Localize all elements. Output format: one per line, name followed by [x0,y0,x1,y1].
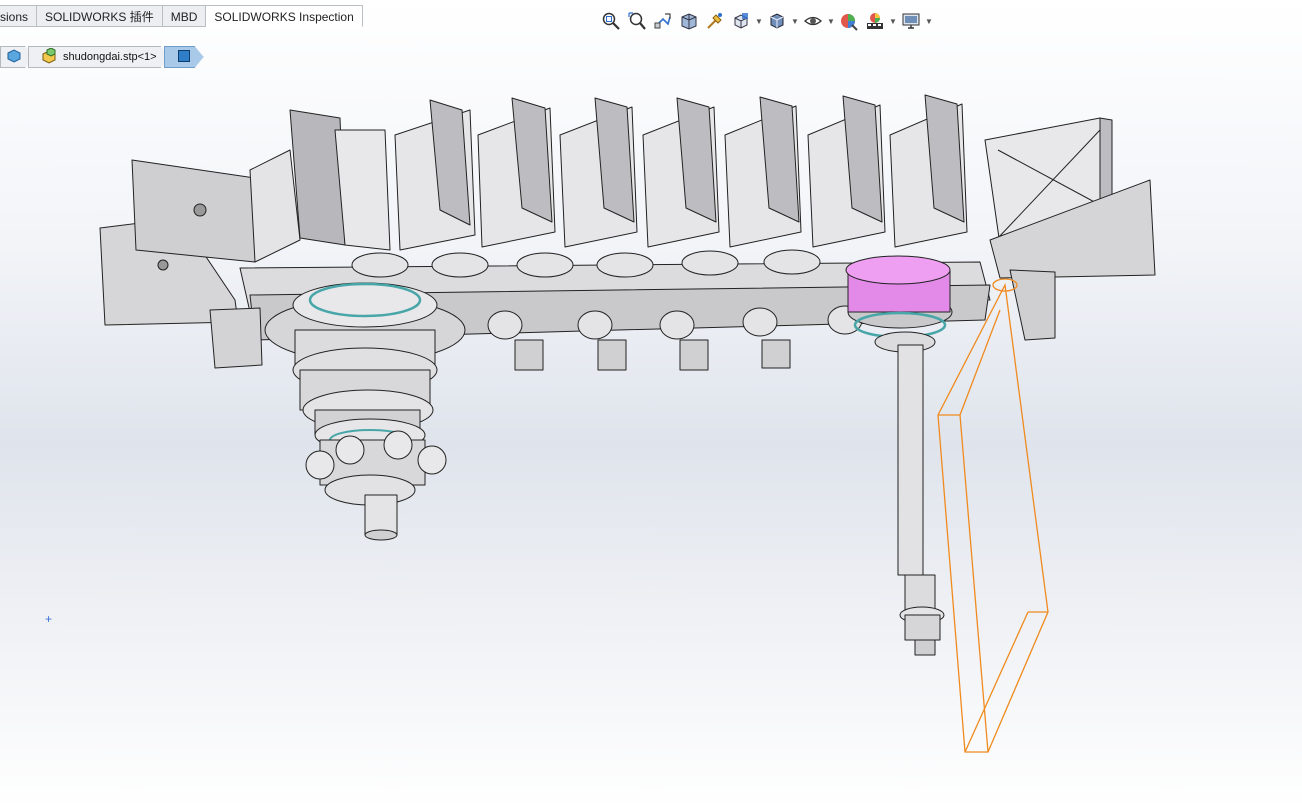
breadcrumb: shudongdai.stp<1> [0,45,204,69]
section-view-icon[interactable] [676,9,702,33]
zoom-to-fit-icon[interactable] [598,9,624,33]
highlighted-part [845,255,953,656]
tab-dimensions[interactable]: sions [0,5,38,27]
tab-solidworks-addins[interactable]: SOLIDWORKS 插件 [37,5,163,27]
selection-outline [937,278,1049,753]
body-icon [177,49,191,66]
graphics-area[interactable] [0,70,1302,809]
breadcrumb-part[interactable]: shudongdai.stp<1> [28,46,170,68]
apply-scene-dropdown-icon[interactable]: ▼ [888,9,898,33]
dynamic-annotation-icon[interactable] [702,9,728,33]
zoom-to-area-icon[interactable] [624,9,650,33]
command-manager-tabs: sions SOLIDWORKS 插件 MBD SOLIDWORKS Inspe… [0,5,363,27]
tab-solidworks-inspection[interactable]: SOLIDWORKS Inspection [206,5,363,27]
breadcrumb-body[interactable] [164,46,204,68]
hide-show-items-icon[interactable] [800,9,826,33]
edit-appearance-icon[interactable] [836,9,862,33]
hide-show-dropdown-icon[interactable]: ▼ [826,9,836,33]
view-settings-icon[interactable] [898,9,924,33]
apply-scene-icon[interactable] [862,9,888,33]
heads-up-view-toolbar: ▼ ▼ ▼ ▼ ▼ [598,8,934,34]
assembly-icon [7,49,21,66]
left-upright-plate [131,159,256,263]
part-icon [41,48,59,67]
breadcrumb-part-label: shudongdai.stp<1> [63,51,157,63]
view-settings-dropdown-icon[interactable]: ▼ [924,9,934,33]
left-gear-head [264,282,466,541]
view-orientation-icon[interactable] [728,9,754,33]
display-style-dropdown-icon[interactable]: ▼ [790,9,800,33]
cad-model[interactable] [0,70,1302,809]
module-row [394,94,968,251]
tab-mbd[interactable]: MBD [162,5,207,27]
display-style-icon[interactable] [764,9,790,33]
view-orientation-dropdown-icon[interactable]: ▼ [754,9,764,33]
origin-marker: + [45,612,53,626]
previous-view-icon[interactable] [650,9,676,33]
